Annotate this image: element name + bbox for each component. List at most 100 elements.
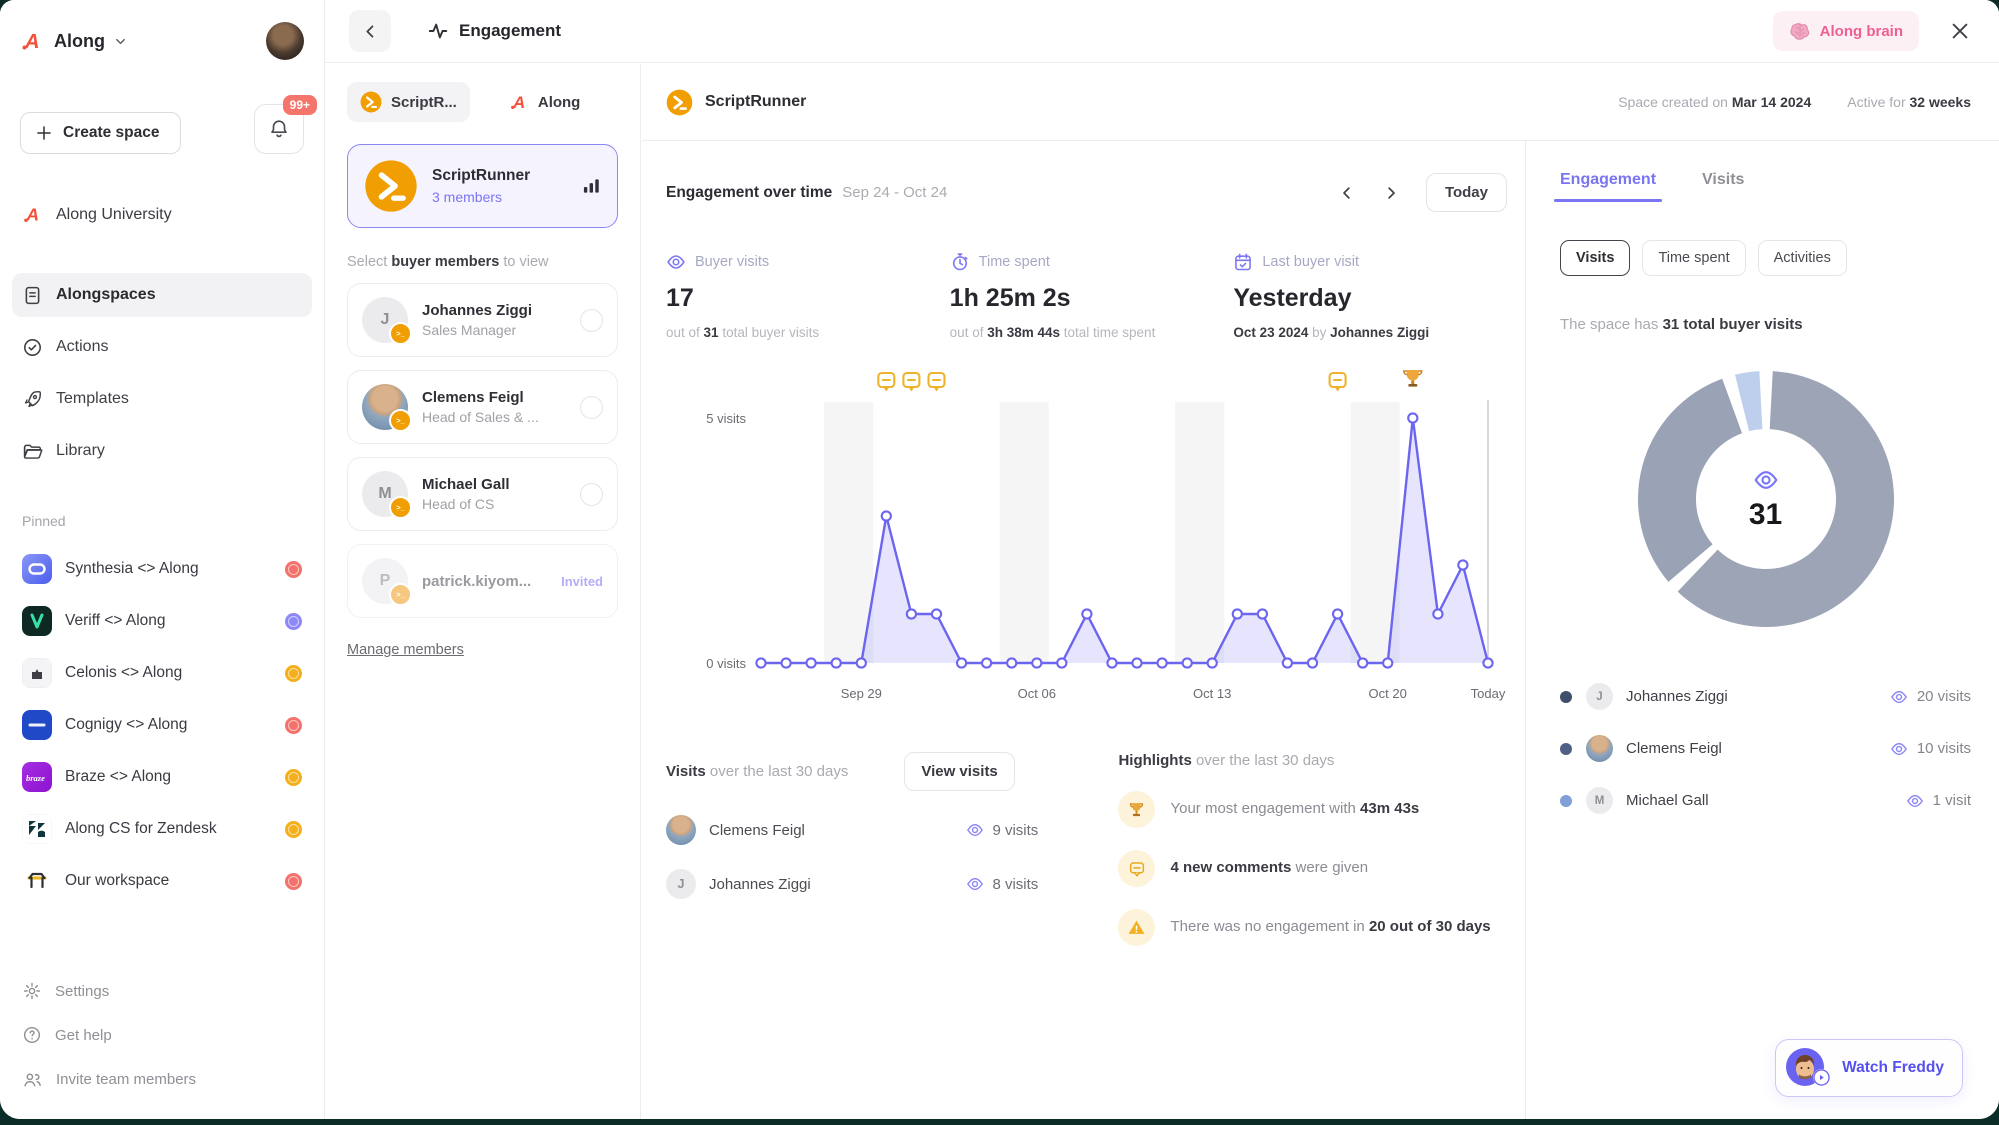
status-dot-red — [285, 560, 302, 578]
sidebar-item-templates[interactable]: Templates — [12, 377, 312, 421]
pinned-item-veriff[interactable]: Veriff <> Along — [12, 595, 312, 647]
close-button[interactable] — [1945, 16, 1975, 46]
rocket-icon — [24, 390, 42, 407]
space-tab-along[interactable]: A Along — [496, 83, 594, 121]
legend-row[interactable]: J Johannes Ziggi 20 visits — [1560, 683, 1971, 710]
visits-donut-chart[interactable]: 31 — [1626, 359, 1906, 639]
legend-name: Clemens Feigl — [1626, 740, 1722, 757]
sidebar-item-actions[interactable]: Actions — [12, 325, 312, 369]
pinned-section-label: Pinned — [22, 513, 66, 529]
sidebar-item-alongspaces[interactable]: Alongspaces — [12, 273, 312, 317]
comment-annotation-icon — [902, 371, 921, 392]
view-visits-button[interactable]: View visits — [904, 752, 1015, 791]
watch-freddy-label: Watch Freddy — [1842, 1059, 1944, 1076]
right-tab-visits[interactable]: Visits — [1702, 171, 1744, 202]
space-card-scriptrunner[interactable]: ScriptRunner 3 members — [347, 144, 618, 228]
pinned-item-celonis[interactable]: Celonis <> Along — [12, 647, 312, 699]
bar-chart-icon[interactable] — [582, 177, 601, 195]
main-content: Engagement over time Sep 24 - Oct 24 Tod… — [642, 141, 1525, 1119]
chevron-left-icon — [1343, 186, 1350, 199]
user-avatar[interactable] — [266, 22, 304, 60]
celonis-logo-icon — [22, 658, 52, 688]
status-dot-yellow — [285, 768, 302, 786]
kpi-value: 1h 25m 2s — [949, 284, 1071, 312]
pinned-item-zendesk[interactable]: Along CS for Zendesk — [12, 803, 312, 855]
along-brain-button[interactable]: Along brain — [1772, 11, 1919, 51]
today-button[interactable]: Today — [1425, 173, 1507, 212]
legend-row[interactable]: M Michael Gall 1 visit — [1560, 787, 1971, 814]
right-panel: Engagement Visits Visits Time spent Activit… — [1526, 141, 1999, 1119]
next-period-button[interactable] — [1380, 182, 1402, 204]
freddy-avatar-icon — [1786, 1048, 1831, 1088]
workspace-switcher[interactable]: A Along — [12, 22, 312, 60]
eye-icon — [1890, 742, 1907, 755]
member-radio[interactable] — [580, 308, 603, 332]
highlights-block: Highlights over the last 30 days Your mo… — [1118, 752, 1517, 946]
space-card-members-link[interactable]: 3 members — [432, 189, 530, 205]
member-card[interactable]: M >_ Michael Gall Head of CS — [347, 457, 618, 531]
pill-activities[interactable]: Activities — [1757, 240, 1847, 276]
space-active-meta: Active for 32 weeks — [1847, 94, 1971, 110]
legend-row[interactable]: Clemens Feigl 10 visits — [1560, 735, 1971, 762]
close-icon — [1952, 23, 1968, 39]
space-panel: ScriptR... A Along ScriptRunner 3 members … — [325, 64, 641, 1119]
member-role: Head of Sales & ... — [422, 409, 539, 425]
svg-text:Sep 29: Sep 29 — [841, 686, 882, 701]
member-card[interactable]: >_ Clemens Feigl Head of Sales & ... — [347, 370, 618, 444]
pinned-item-synthesia[interactable]: Synthesia <> Along — [12, 543, 312, 595]
watch-freddy-button[interactable]: Watch Freddy — [1775, 1039, 1963, 1097]
pinned-item-label: Cognigy <> Along — [65, 716, 188, 733]
sidebar-nav: Alongspaces Actions Templates Library — [12, 273, 312, 473]
notification-badge: 99+ — [282, 95, 317, 115]
member-card[interactable]: J >_ Johannes Ziggi Sales Manager — [347, 283, 618, 357]
play-badge-icon — [1813, 1069, 1831, 1086]
scriptrunner-icon — [666, 89, 693, 116]
back-button[interactable] — [349, 10, 391, 52]
along-app-window: A Along Create space 99+ A Along Univers… — [0, 0, 1999, 1119]
along-logo-icon: A — [24, 205, 39, 225]
svg-text:A: A — [25, 205, 39, 225]
pill-time-spent[interactable]: Time spent — [1642, 240, 1746, 276]
member-radio[interactable] — [580, 395, 603, 419]
pinned-item-cognigy[interactable]: Cognigy <> Along — [12, 699, 312, 751]
stopwatch-icon — [952, 253, 968, 271]
chevron-down-icon — [116, 38, 125, 44]
veriff-logo-icon — [22, 606, 52, 636]
space-tab-scriptrunner[interactable]: ScriptR... — [347, 82, 470, 122]
highlights-title: Highlights over the last 30 days — [1118, 752, 1335, 769]
calendar-icon — [1235, 253, 1252, 271]
svg-text:Today: Today — [1471, 686, 1506, 701]
sidebar-footer-get-help[interactable]: Get help — [12, 1013, 312, 1057]
sidebar-footer-settings[interactable]: Settings — [12, 969, 312, 1013]
space-tab-label: ScriptR... — [391, 93, 457, 111]
member-card[interactable]: P >_ patrick.kiyom... Invited — [347, 544, 618, 618]
right-tab-engagement[interactable]: Engagement — [1553, 171, 1663, 202]
visitor-name: Clemens Feigl — [709, 821, 805, 839]
donut-legend: J Johannes Ziggi 20 visits Clemens Feigl 10 … — [1560, 683, 1971, 814]
check-circle-icon — [24, 338, 41, 356]
pinned-item-braze[interactable]: braze Braze <> Along — [12, 751, 312, 803]
sidebar-footer-invite-team-members[interactable]: Invite team members — [12, 1057, 312, 1101]
visit-count: 9 visits — [992, 821, 1039, 839]
sidebar-item-library[interactable]: Library — [12, 429, 312, 473]
notifications-button[interactable]: 99+ — [254, 95, 317, 154]
bell-icon — [271, 120, 287, 138]
sidebar-item-along-university[interactable]: A Along University — [12, 204, 312, 225]
eye-icon — [1890, 690, 1907, 703]
member-radio[interactable] — [580, 482, 603, 506]
sidebar: A Along Create space 99+ A Along Univers… — [0, 0, 325, 1119]
engagement-chart[interactable]: 5 visits 0 visits Sep 29 Oct 06 Oct 13 Oct 20… — [666, 354, 1517, 726]
member-list: J >_ Johannes Ziggi Sales Manager >_ Cleme… — [347, 283, 618, 618]
create-space-button[interactable]: Create space — [20, 112, 181, 154]
pinned-item-workspace[interactable]: Our workspace — [12, 855, 312, 907]
invited-badge: Invited — [561, 573, 603, 589]
pill-visits[interactable]: Visits — [1560, 240, 1631, 276]
trophy-annotation-icon — [1403, 370, 1423, 387]
manage-members-link[interactable]: Manage members — [347, 642, 464, 658]
visit-row[interactable]: Clemens Feigl 9 visits — [666, 815, 1084, 845]
screen: A Along Create space 99+ A Along Univers… — [0, 0, 1999, 1125]
prev-period-button[interactable] — [1336, 182, 1358, 204]
status-dot-yellow — [285, 664, 302, 682]
pinned-list: Synthesia <> Along Veriff <> Along Celonis… — [12, 543, 312, 907]
visit-row[interactable]: J Johannes Ziggi 8 visits — [666, 869, 1084, 899]
